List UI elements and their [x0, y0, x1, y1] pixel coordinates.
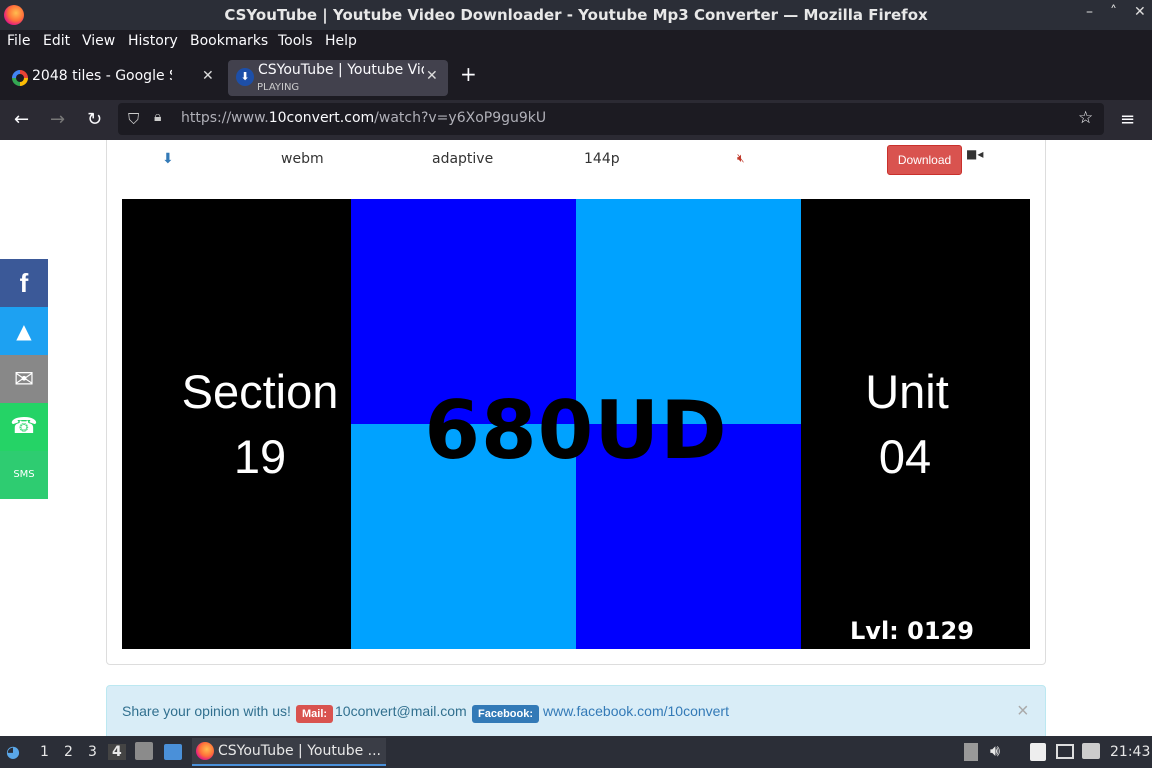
menu-bar: File Edit View History Bookmarks Tools H… [0, 30, 1152, 54]
close-tab-icon[interactable]: ✕ [202, 68, 214, 84]
type-cell: adaptive [432, 151, 494, 167]
workspace-3[interactable]: 3 [88, 744, 97, 760]
tab-playing-status: PLAYING [257, 82, 300, 93]
mail-address: 10convert@mail.com [335, 703, 467, 719]
taskbar-app-label: CSYouTube | Youtube ... [218, 743, 382, 759]
close-window-icon[interactable]: ✕ [1134, 4, 1146, 20]
section-number: 19 [233, 430, 287, 483]
tab-google-search[interactable]: 2048 tiles - Google Search ✕ [2, 60, 220, 96]
quality-cell: 144p [584, 151, 620, 167]
sms-icon[interactable]: SMS [0, 451, 48, 499]
navigation-bar: ← → ↻ ⛉ 🔒︎ https://www.10convert.com/wat… [0, 100, 1152, 140]
unit-label: Unit [865, 365, 949, 418]
section-label: Section [181, 365, 339, 418]
facebook-link[interactable]: www.facebook.com/10convert [543, 703, 729, 719]
video-camera-icon: ■◂ [966, 147, 984, 161]
facebook-icon[interactable]: f [0, 259, 48, 307]
url-text[interactable]: https://www.10convert.com/watch?v=y6XoP9… [181, 110, 546, 126]
notification-icon[interactable] [1082, 743, 1100, 759]
menu-file[interactable]: File [7, 33, 30, 49]
whatsapp-icon[interactable]: ☎ [0, 403, 48, 451]
forward-icon[interactable]: → [50, 109, 65, 130]
lock-icon[interactable]: 🔒︎ [154, 109, 161, 125]
desktop-icon[interactable] [164, 744, 182, 760]
clock: 21:43 [1110, 744, 1151, 760]
maximize-icon[interactable]: ˄ [1110, 4, 1117, 20]
alert-close-icon[interactable]: × [1017, 700, 1029, 723]
file-manager-icon[interactable] [135, 742, 153, 760]
twitter-icon[interactable]: ▲ [0, 307, 48, 355]
email-icon[interactable]: ✉ [0, 355, 48, 403]
csyoutube-favicon-icon: ⬇ [236, 68, 254, 86]
format-cell: webm [281, 151, 324, 167]
menu-tools[interactable]: Tools [278, 33, 313, 49]
tracking-shield-icon[interactable]: ⛉ [128, 110, 139, 128]
window-title: CSYouTube | Youtube Video Downloader - Y… [224, 6, 928, 24]
new-tab-button[interactable]: + [460, 62, 477, 86]
close-tab-icon[interactable]: ✕ [426, 68, 438, 84]
reload-icon[interactable]: ↻ [87, 109, 102, 130]
minimize-icon[interactable]: – [1086, 4, 1093, 20]
menu-history[interactable]: History [128, 33, 178, 49]
facebook-badge: Facebook: [472, 705, 540, 723]
feedback-alert: Share your opinion with us! Mail: 10conv… [106, 685, 1046, 736]
menu-view[interactable]: View [82, 33, 115, 49]
workspace-4[interactable]: 4 [108, 744, 126, 760]
download-button[interactable]: Download [887, 145, 962, 175]
tab-bar: 2048 tiles - Google Search ✕ ⬇ CSYouTube… [0, 54, 1152, 100]
start-menu-icon[interactable]: ◕ [6, 742, 20, 761]
tab-csyoutube[interactable]: ⬇ CSYouTube | Youtube Video Downloader P… [228, 60, 448, 96]
workspace-2[interactable]: 2 [64, 744, 73, 760]
menu-help[interactable]: Help [325, 33, 357, 49]
eject-icon[interactable] [964, 743, 978, 761]
mail-badge: Mail: [296, 705, 334, 723]
workspace-1[interactable]: 1 [40, 744, 49, 760]
video-center-code: 680UD [424, 384, 728, 477]
network-icon[interactable] [1056, 744, 1074, 759]
google-icon [12, 70, 28, 86]
tab-label: 2048 tiles - Google Search [32, 68, 172, 84]
window-titlebar: CSYouTube | Youtube Video Downloader - Y… [0, 0, 1152, 30]
alert-text: Share your opinion with us! [122, 703, 291, 719]
menu-edit[interactable]: Edit [43, 33, 70, 49]
clipboard-icon[interactable] [1030, 743, 1046, 761]
video-player[interactable]: Section 19 Unit 04 680UD Lvl: 0129 [122, 199, 1030, 649]
unit-number: 04 [878, 430, 932, 483]
page-content: ⬇ webm adaptive 144p 🔇︎ Download ■◂ Sect… [0, 140, 1152, 736]
muted-icon: 🔇︎ [737, 151, 745, 165]
taskbar-firefox-app[interactable]: CSYouTube | Youtube ... [192, 738, 386, 766]
hamburger-menu-icon[interactable]: ≡ [1120, 109, 1135, 130]
bookmark-star-icon[interactable]: ☆ [1078, 108, 1093, 128]
back-icon[interactable]: ← [14, 109, 29, 130]
firefox-icon [196, 742, 214, 760]
menu-bookmarks[interactable]: Bookmarks [190, 33, 268, 49]
tab-label: CSYouTube | Youtube Video Downloader [258, 62, 424, 78]
level-label: Lvl: 0129 [850, 617, 974, 645]
download-arrow-icon[interactable]: ⬇ [162, 151, 174, 167]
volume-icon[interactable]: 🔊︎ [990, 741, 1000, 761]
url-bar[interactable]: ⛉ 🔒︎ https://www.10convert.com/watch?v=y… [118, 103, 1104, 135]
taskbar: ◕ 1 2 3 4 CSYouTube | Youtube ... 🔊︎ 21:… [0, 736, 1152, 768]
